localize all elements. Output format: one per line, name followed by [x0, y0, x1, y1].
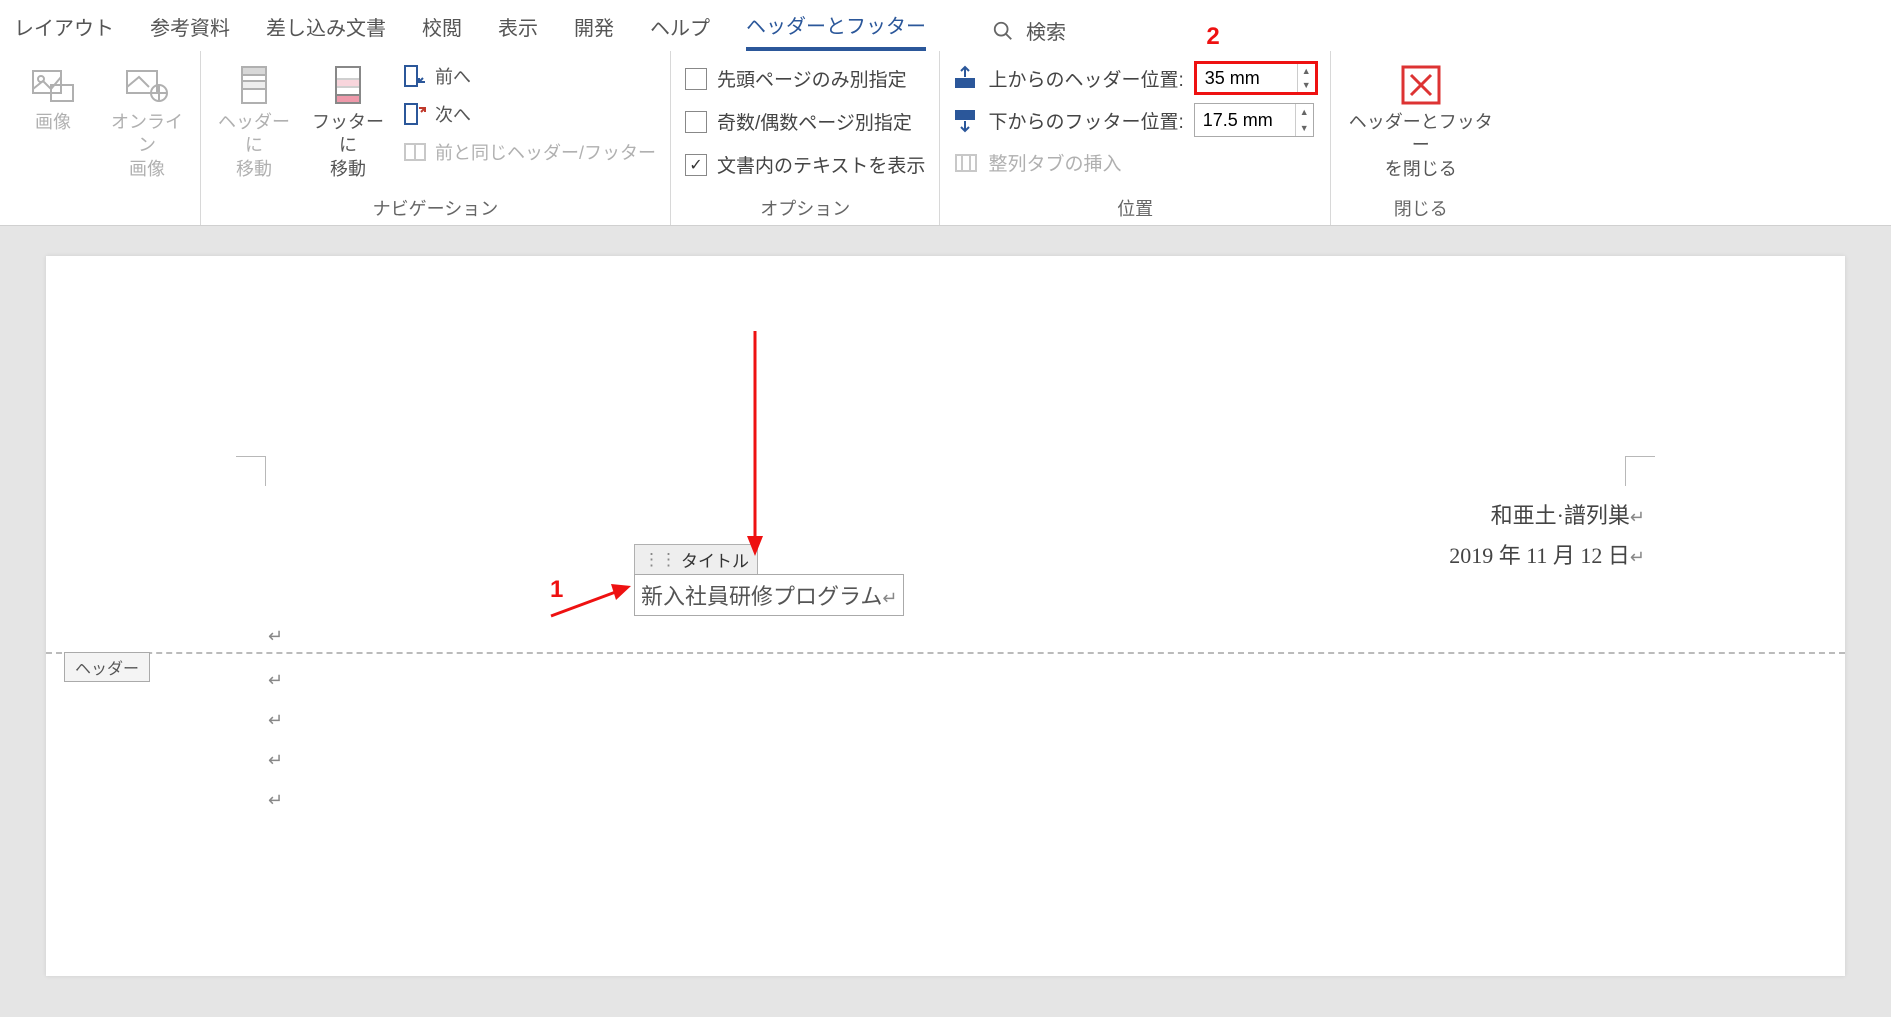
- opt-odd-even-label: 奇数/偶数ページ別指定: [717, 108, 912, 135]
- checkbox-checked-icon: ✓: [685, 154, 707, 176]
- group-position-label: 位置: [950, 187, 1319, 221]
- para-mark: ↵: [268, 626, 283, 647]
- checkbox-unchecked-icon: [685, 111, 707, 133]
- header-date-text: 2019 年 11 月 12 日: [1449, 543, 1630, 568]
- header-region-tag: ヘッダー: [64, 652, 150, 682]
- header-pos-input[interactable]: [1197, 64, 1297, 92]
- nav-next-button[interactable]: 次へ: [399, 95, 660, 133]
- header-region-tag-label: ヘッダー: [75, 661, 139, 678]
- close-header-footer-button[interactable]: ヘッダーとフッター を閉じる: [1341, 57, 1501, 187]
- header-boundary: [46, 652, 1845, 654]
- group-options-label: オプション: [681, 187, 929, 221]
- insert-image-button: 画像: [10, 57, 96, 140]
- online-image-icon: [125, 67, 169, 103]
- close-button-label: ヘッダーとフッター を閉じる: [1343, 111, 1499, 181]
- header-author-text: 和亜土·譜列巣: [1491, 503, 1630, 528]
- document-area: 和亜土·譜列巣↵ 2019 年 11 月 12 日↵ ⋮⋮ タイトル 新入社員研…: [0, 226, 1891, 1006]
- title-field-value: 新入社員研修プログラム: [641, 584, 882, 609]
- opt-show-text[interactable]: ✓ 文書内のテキストを表示: [681, 143, 929, 186]
- header-pos-label: 上からのヘッダー位置:: [988, 65, 1183, 92]
- group-navigation: ヘッダーに 移動 フッターに 移動 前へ 次へ: [201, 51, 671, 225]
- image-icon: [31, 67, 75, 103]
- opt-first-page[interactable]: 先頭ページのみ別指定: [681, 57, 929, 100]
- para-mark: ↵: [268, 750, 283, 771]
- tab-review[interactable]: 校閲: [422, 12, 462, 49]
- goto-header-label: ヘッダーに 移動: [213, 111, 295, 181]
- goto-footer-icon: [332, 65, 364, 105]
- goto-footer-button[interactable]: フッターに 移動: [305, 57, 391, 187]
- tab-mailings[interactable]: 差し込み文書: [266, 12, 386, 49]
- spin-down-icon[interactable]: ▼: [1298, 78, 1315, 92]
- ribbon: レイアウト 参考資料 差し込み文書 校閲 表示 開発 ヘルプ ヘッダーとフッター…: [0, 0, 1891, 226]
- nav-link-prev-button: 前と同じヘッダー/フッター: [399, 133, 660, 171]
- checkbox-unchecked-icon: [685, 68, 707, 90]
- annotation-1: 1: [550, 576, 563, 604]
- header-position-row: 上からのヘッダー位置: ▲ ▼: [950, 57, 1319, 99]
- footer-pos-label: 下からのフッター位置:: [988, 107, 1183, 134]
- insert-online-image-label: オンライン 画像: [106, 111, 188, 181]
- margin-mark-left: [236, 456, 266, 486]
- insert-online-image-button: オンライン 画像: [104, 57, 190, 187]
- group-close: ヘッダーとフッター を閉じる 閉じる: [1331, 51, 1511, 225]
- title-field-tag[interactable]: ⋮⋮ タイトル: [634, 544, 758, 575]
- footer-pos-spinbox[interactable]: ▲ ▼: [1194, 103, 1314, 137]
- nav-prev-label: 前へ: [435, 63, 471, 89]
- prev-icon: [403, 64, 427, 88]
- tab-view[interactable]: 表示: [498, 12, 538, 49]
- annotation-2: 2: [1206, 23, 1219, 51]
- group-insert: 画像 オンライン 画像: [0, 51, 201, 225]
- group-nav-label: ナビゲーション: [211, 187, 660, 221]
- spin-up-icon[interactable]: ▲: [1298, 64, 1315, 78]
- close-icon: [1399, 63, 1443, 107]
- group-insert-label: [10, 192, 190, 221]
- search-box[interactable]: 検索: [992, 16, 1066, 45]
- header-pos-icon: [952, 65, 978, 91]
- insert-image-label: 画像: [35, 111, 71, 134]
- tab-layout[interactable]: レイアウト: [14, 12, 114, 49]
- opt-first-page-label: 先頭ページのみ別指定: [717, 65, 907, 92]
- title-tag-label: タイトル: [681, 547, 749, 572]
- align-tab-icon: [954, 151, 978, 175]
- tab-header-footer[interactable]: ヘッダーとフッター: [746, 10, 926, 51]
- goto-header-button: ヘッダーに 移動: [211, 57, 297, 187]
- nav-next-label: 次へ: [435, 101, 471, 127]
- title-field[interactable]: 新入社員研修プログラム↵: [634, 574, 904, 616]
- next-icon: [403, 102, 427, 126]
- opt-show-text-label: 文書内のテキストを表示: [717, 151, 925, 178]
- link-prev-icon: [403, 140, 427, 164]
- goto-footer-label: フッターに 移動: [307, 111, 389, 181]
- nav-prev-button[interactable]: 前へ: [399, 57, 660, 95]
- spin-down-icon[interactable]: ▼: [1296, 120, 1313, 136]
- tab-help[interactable]: ヘルプ: [650, 12, 710, 49]
- align-tab-label: 整列タブの挿入: [988, 149, 1121, 176]
- tab-references[interactable]: 参考資料: [150, 12, 230, 49]
- search-icon: [992, 20, 1014, 42]
- margin-mark-right: [1625, 456, 1655, 486]
- para-mark: ↵: [268, 710, 283, 731]
- header-date: 2019 年 11 月 12 日↵: [1449, 538, 1645, 570]
- goto-header-icon: [238, 65, 270, 105]
- header-pos-spinbox[interactable]: ▲ ▼: [1194, 61, 1318, 95]
- search-label: 検索: [1026, 16, 1066, 45]
- footer-position-row: 下からのフッター位置: ▲ ▼: [950, 99, 1319, 141]
- opt-odd-even[interactable]: 奇数/偶数ページ別指定: [681, 100, 929, 143]
- para-mark: ↵: [268, 670, 283, 691]
- spin-up-icon[interactable]: ▲: [1296, 104, 1313, 120]
- header-author: 和亜土·譜列巣↵: [1491, 498, 1645, 530]
- para-mark: ↵: [268, 790, 283, 811]
- nav-link-prev-label: 前と同じヘッダー/フッター: [435, 139, 656, 165]
- annotation-arrow-down: [740, 331, 770, 561]
- footer-pos-input[interactable]: [1195, 104, 1295, 136]
- page[interactable]: 和亜土·譜列巣↵ 2019 年 11 月 12 日↵ ⋮⋮ タイトル 新入社員研…: [46, 256, 1845, 976]
- group-position: 2 上からのヘッダー位置: ▲ ▼: [940, 51, 1330, 225]
- ribbon-tabs: レイアウト 参考資料 差し込み文書 校閲 表示 開発 ヘルプ ヘッダーとフッター…: [0, 0, 1891, 51]
- tab-developer[interactable]: 開発: [574, 12, 614, 49]
- group-options: 先頭ページのみ別指定 奇数/偶数ページ別指定 ✓ 文書内のテキストを表示 オプシ…: [671, 51, 940, 225]
- footer-pos-icon: [952, 107, 978, 133]
- ribbon-body: 画像 オンライン 画像 ヘッダーに 移動: [0, 51, 1891, 225]
- align-tab-button: 整列タブの挿入: [950, 141, 1319, 184]
- group-close-label: 閉じる: [1341, 187, 1501, 221]
- drag-handle-icon: ⋮⋮: [643, 550, 677, 570]
